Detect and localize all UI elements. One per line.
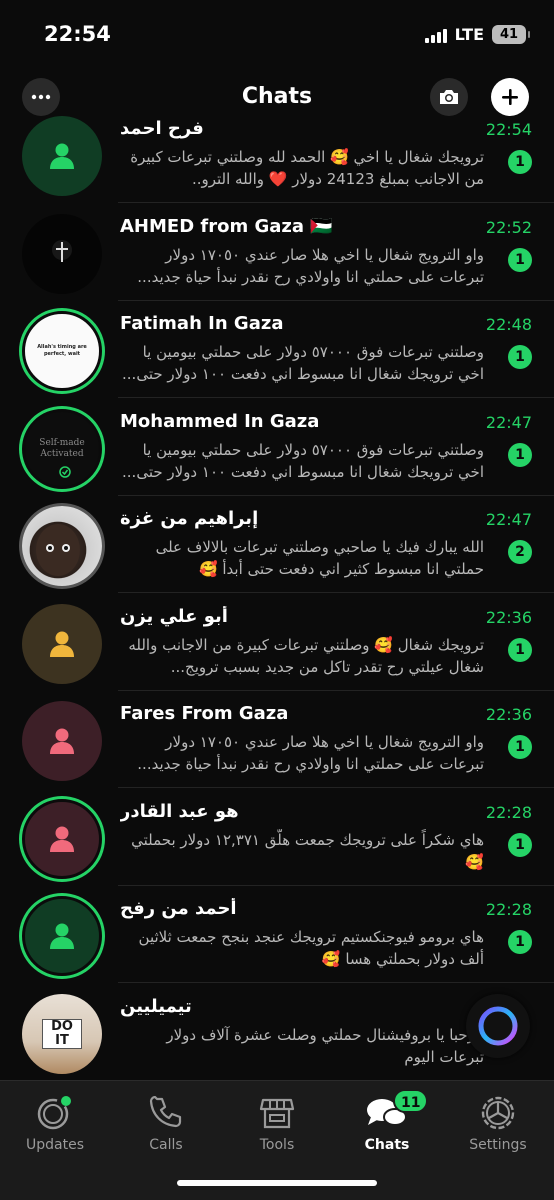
chat-preview: وصلتني تبرعات فوق ٥٧٠٠٠ دولار على حملتي … <box>122 440 484 481</box>
gear-icon <box>481 1096 515 1130</box>
chat-time: 22:48 <box>485 315 532 334</box>
unread-badge: 2 <box>508 540 532 564</box>
avatar[interactable]: Allah's timing are perfect, wait <box>22 311 102 391</box>
unread-badge: 1 <box>508 832 532 857</box>
chat-row[interactable]: Allah's timing are perfect, wait Fatimah … <box>0 301 554 398</box>
updates-icon <box>37 1096 71 1130</box>
tab-updates[interactable]: Updates <box>5 1091 105 1153</box>
chat-name: Fares From Gaza <box>120 703 289 724</box>
assistant-button[interactable] <box>466 994 530 1058</box>
chat-name: AHMED from Gaza 🇵🇸 <box>120 215 333 237</box>
status-time: 22:54 <box>44 22 111 46</box>
tab-label: Chats <box>364 1137 410 1153</box>
chat-name: أحمد من رفح <box>120 898 237 919</box>
tab-calls[interactable]: Calls <box>116 1091 216 1153</box>
home-indicator[interactable] <box>177 1180 377 1186</box>
plus-icon <box>502 89 518 105</box>
avatar[interactable] <box>22 213 102 294</box>
unread-badge: 1 <box>508 637 532 662</box>
unread-badge: 1 <box>508 930 532 954</box>
chat-row[interactable]: هو عبد القادر 22:28 هاي شكراً على ترويجك ج… <box>0 789 554 886</box>
signal-icon <box>424 27 447 43</box>
chat-row[interactable]: فرح احمد 22:54 ترويجك شغال يا اخي 🥰 الحمد … <box>0 112 554 203</box>
chat-time: 22:28 <box>485 802 532 822</box>
chat-name: Mohammed In Gaza <box>120 410 320 432</box>
chat-name: إبراهيم من غزة <box>120 508 259 529</box>
avatar[interactable]: DO IT <box>22 993 102 1074</box>
network-label: LTE <box>454 25 484 44</box>
chat-preview: واو الترويج شغال يا اخي هلا صار عندي ١٧٠… <box>137 245 484 286</box>
avatar[interactable] <box>22 603 102 684</box>
tab-label: Updates <box>26 1137 84 1153</box>
chats-unread-badge: 11 <box>393 1089 429 1113</box>
avatar[interactable] <box>22 896 102 976</box>
chat-preview: ترويجك شغال يا اخي 🥰 الحمد لله وصلتني تب… <box>130 148 484 188</box>
chat-name: فرح احمد <box>120 118 204 139</box>
chat-time: 22:52 <box>485 217 532 237</box>
chat-name: هو عبد القادر <box>120 800 239 822</box>
chat-time: 22:54 <box>485 120 532 139</box>
avatar[interactable] <box>22 116 102 196</box>
chat-row[interactable]: إبراهيم من غزة 22:47 الله يبارك فيك يا صاح… <box>0 496 554 593</box>
chat-preview: هاي برومو فيوجنكستيم ترويجك عنجد بنجح جم… <box>138 928 484 968</box>
battery-icon: 41 <box>492 25 530 44</box>
store-icon <box>259 1098 295 1129</box>
person-icon <box>50 143 74 169</box>
avatar[interactable] <box>22 506 102 586</box>
chat-time: 22:28 <box>485 900 532 919</box>
camera-button[interactable] <box>430 78 468 116</box>
chat-name: تيميليين <box>120 995 192 1017</box>
avatar-caption: DO IT <box>42 1018 82 1049</box>
phone-icon <box>149 1096 182 1128</box>
person-icon <box>50 923 74 949</box>
tab-label: Settings <box>469 1137 527 1153</box>
page-title: Chats <box>241 84 313 109</box>
child-photo-icon <box>36 524 80 576</box>
chat-row[interactable]: أحمد من رفح 22:28 هاي برومو فيوجنكستيم ترو… <box>0 886 554 983</box>
tab-chats[interactable]: 11 Chats <box>337 1089 437 1153</box>
chat-row[interactable]: AHMED from Gaza 🇵🇸 22:52 واو الترويج شغال … <box>0 204 554 301</box>
chat-time: 22:36 <box>485 607 532 627</box>
chat-list[interactable]: فرح احمد 22:54 ترويجك شغال يا اخي 🥰 الحمد … <box>0 112 554 1080</box>
chat-preview: هاي شكراً على ترويجك جمعت هلّق ١٢,٣٧١ دو… <box>131 830 484 871</box>
chat-preview: ترويجك شغال 🥰 وصلتني تبرعات كبيرة من الا… <box>128 635 484 676</box>
chat-time: 22:47 <box>485 412 532 432</box>
assistant-ring-icon <box>478 1006 518 1046</box>
chat-preview: الله يبارك فيك يا صاحبي وصلتني تبرعات با… <box>155 538 484 578</box>
tab-tools[interactable]: Tools <box>227 1091 327 1153</box>
unread-badge: 1 <box>508 442 532 467</box>
avatar-caption: Self-made Activated <box>39 437 85 459</box>
tab-label: Calls <box>149 1137 183 1153</box>
avatar[interactable] <box>22 701 102 781</box>
person-icon <box>50 631 74 657</box>
chat-row[interactable]: Self-made Activated Mohammed In Gaza 22:47… <box>0 399 554 496</box>
person-icon <box>50 728 74 754</box>
check-badge-icon <box>59 465 71 478</box>
avatar-caption: Allah's timing are perfect, wait <box>37 344 87 357</box>
chat-row[interactable]: Fares From Gaza 22:36 واو الترويج شغال يا … <box>0 691 554 788</box>
unread-badge: 1 <box>508 150 532 174</box>
chat-name: Fatimah In Gaza <box>120 313 284 334</box>
chat-row[interactable]: أبو علي يزن 22:36 ترويجك شغال 🥰 وصلتني تبر… <box>0 594 554 691</box>
chat-preview: وصلتني تبرعات فوق ٥٧٠٠٠ دولار على حملتي … <box>122 343 484 383</box>
chat-preview: واو الترويج شغال يا اخي هلا صار عندي ١٧٠… <box>137 733 484 773</box>
chat-preview: مرحبا يا بروفيشنال حملتي وصلت عشرة آلاف … <box>166 1025 484 1066</box>
tab-label: Tools <box>259 1137 295 1153</box>
chat-time: 22:36 <box>485 705 532 724</box>
unread-badge: 1 <box>508 247 532 272</box>
tab-settings[interactable]: Settings <box>448 1091 548 1153</box>
unread-badge: 1 <box>508 345 532 369</box>
avatar[interactable]: Self-made Activated <box>22 408 102 489</box>
avatar[interactable] <box>22 798 102 879</box>
unread-badge: 1 <box>508 735 532 759</box>
chat-time: 22:47 <box>485 510 532 529</box>
camera-icon <box>440 90 458 104</box>
status-bar: 22:54 LTE 41 <box>0 0 554 70</box>
person-icon <box>50 826 74 852</box>
new-chat-button[interactable] <box>491 78 529 116</box>
cross-photo-icon <box>52 239 72 262</box>
chat-name: أبو علي يزن <box>120 605 228 627</box>
status-indicators: LTE 41 <box>424 25 530 44</box>
